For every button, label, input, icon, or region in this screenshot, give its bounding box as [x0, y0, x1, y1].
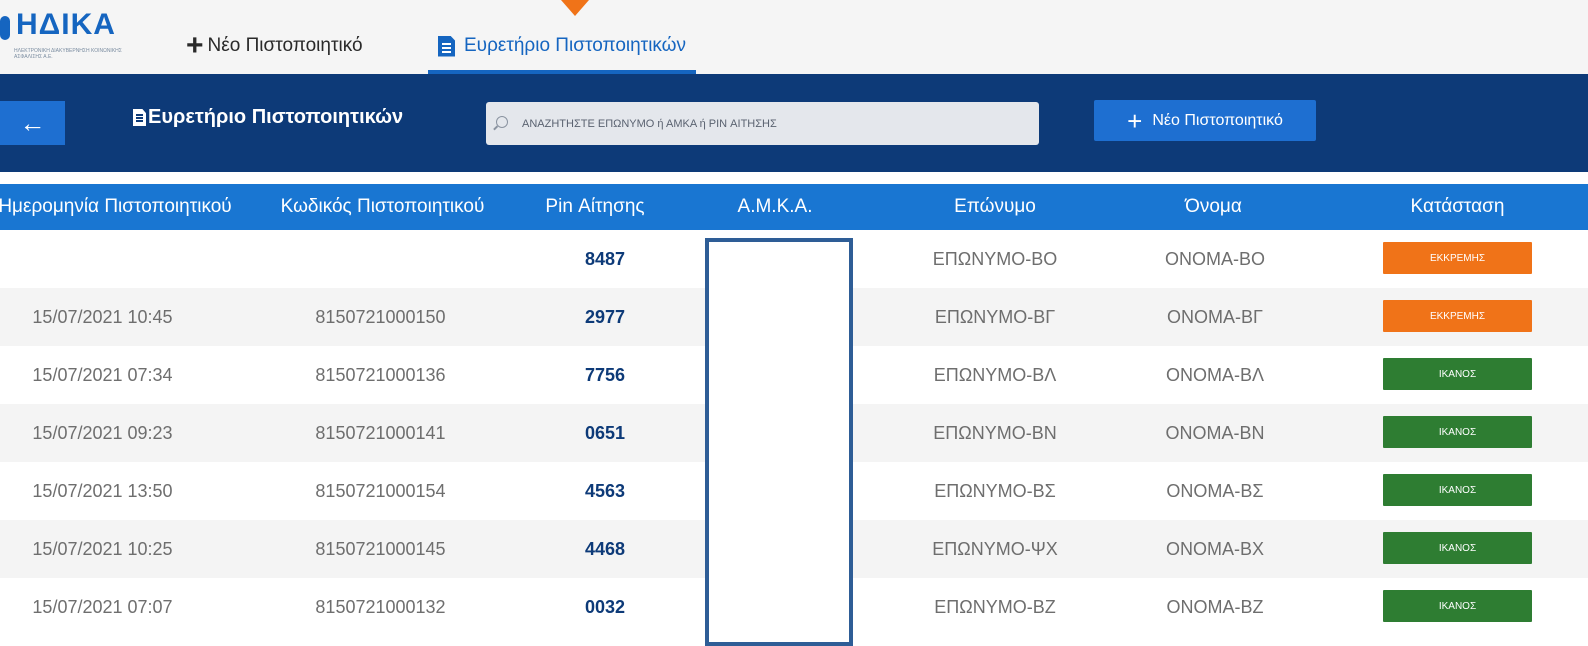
pointer-marker-icon: [561, 0, 589, 16]
cell-surname: ΕΠΩΝΥΜΟ-ΒΟ: [932, 248, 1058, 269]
search-input[interactable]: [522, 102, 1022, 145]
column-header-date[interactable]: Ημερομηνία Πιστοποιητικού: [0, 184, 250, 230]
logo-tagline: ΗΛΕΚΤΡΟΝΙΚΗ ΔΙΑΚΥΒΕΡΝΗΣΗ ΚΟΙΝΩΝΙΚΗΣ ΑΣΦΑ…: [14, 48, 122, 60]
search-box[interactable]: [486, 102, 1039, 145]
status-badge: ΙΚΑΝΟΣ: [1383, 416, 1532, 448]
cell-code: 8150721000154: [315, 480, 446, 501]
new-certificate-button[interactable]: + Νέο Πιστοποιητικό: [1094, 100, 1316, 141]
cell-pin: 2977: [584, 306, 626, 327]
cell-name: ONOMA-ΒΓ: [1167, 306, 1263, 327]
page-title: Ευρετήριο Πιστοποιητικών: [133, 106, 403, 129]
plus-icon: +: [186, 29, 204, 62]
index-toolbar: ← Ευρετήριο Πιστοποιητικών + Νέο Πιστοπο…: [0, 74, 1588, 172]
column-header-name[interactable]: Όνομα: [1126, 184, 1301, 230]
cell-surname: ΕΠΩΝΥΜΟ-ΒΓ: [934, 306, 1056, 327]
cell-pin: 0651: [584, 422, 626, 443]
cell-pin: 0032: [584, 596, 626, 617]
cell-name: ONOMA-BX: [1165, 538, 1264, 559]
cell-date: 15/07/2021 10:45: [32, 306, 173, 327]
status-badge: ΙΚΑΝΟΣ: [1383, 590, 1532, 622]
cell-code: 8150721000145: [315, 538, 446, 559]
cell-code: 8150721000132: [315, 596, 446, 617]
cell-code: [283, 230, 478, 288]
column-header-code[interactable]: Κωδικός Πιστοποιητικού: [265, 184, 500, 230]
cell-date: 15/07/2021 07:07: [32, 596, 173, 617]
tab-new-certificate-label: Νέο Πιστοποιητικό: [207, 35, 363, 56]
cell-name: ONOMA-BN: [1165, 422, 1265, 443]
cell-pin: 4563: [584, 480, 626, 501]
cell-code: 8150721000150: [315, 306, 446, 327]
cell-date: [0, 230, 205, 288]
logo-text: ΗΔΙΚΑ: [16, 8, 116, 41]
cell-name: ONOMA-ΒΛ: [1165, 364, 1265, 385]
status-badge: ΙΚΑΝΟΣ: [1383, 532, 1532, 564]
column-header-amka[interactable]: Α.Μ.Κ.Α.: [695, 184, 855, 230]
logo-mark-icon: [0, 16, 10, 40]
column-header-surname[interactable]: Επώνυμο: [895, 184, 1095, 230]
plus-icon: +: [1127, 105, 1143, 136]
document-icon: [133, 109, 146, 126]
cell-date: 15/07/2021 13:50: [32, 480, 173, 501]
cell-name: ONOMA-ΒΣ: [1166, 480, 1264, 501]
cell-surname: ΕΠΩΝΥΜΟ-ΨΧ: [932, 538, 1058, 559]
cell-name: ONOMA-BZ: [1166, 596, 1264, 617]
tab-certificate-index[interactable]: Ευρετήριο Πιστοποιητικών: [428, 18, 697, 74]
top-navigation-bar: ΗΔΙΚΑ ΗΛΕΚΤΡΟΝΙΚΗ ΔΙΑΚΥΒΕΡΝΗΣΗ ΚΟΙΝΩΝΙΚΗ…: [0, 0, 1588, 74]
cell-code: 8150721000136: [315, 364, 446, 385]
cell-date: 15/07/2021 07:34: [32, 364, 173, 385]
cell-pin: 7756: [584, 364, 626, 385]
cell-pin: 4468: [584, 538, 626, 559]
search-icon: [496, 116, 508, 128]
cell-surname: ΕΠΩΝΥΜΟ-ΒΝ: [933, 422, 1057, 443]
cell-surname: ΕΠΩΝΥΜΟ-ΒΛ: [933, 364, 1057, 385]
back-button[interactable]: ←: [0, 101, 65, 145]
tab-certificate-index-label: Ευρετήριο Πιστοποιητικών: [464, 35, 687, 56]
table-header: Ημερομηνία Πιστοποιητικού Κωδικός Πιστοπ…: [0, 184, 1588, 230]
cell-name: ONOMA-BO: [1164, 248, 1265, 269]
cell-surname: ΕΠΩΝΥΜΟ-ΒΣ: [934, 480, 1056, 501]
tab-new-certificate[interactable]: + Νέο Πιστοποιητικό: [186, 18, 363, 74]
new-certificate-button-label: Νέο Πιστοποιητικό: [1152, 111, 1283, 129]
cell-pin: 8487: [584, 248, 626, 269]
status-badge: ΕΚΚΡΕΜΗΣ: [1383, 242, 1532, 274]
page-title-text: Ευρετήριο Πιστοποιητικών: [148, 106, 404, 128]
status-badge: ΕΚΚΡΕΜΗΣ: [1383, 300, 1532, 332]
idika-logo: ΗΔΙΚΑ ΗΛΕΚΤΡΟΝΙΚΗ ΔΙΑΚΥΒΕΡΝΗΣΗ ΚΟΙΝΩΝΙΚΗ…: [0, 8, 130, 64]
cell-code: 8150721000141: [315, 422, 446, 443]
cell-surname: ΕΠΩΝΥΜΟ-ΒΖ: [934, 596, 1056, 617]
amka-redaction-box: [705, 238, 853, 646]
status-badge: ΙΚΑΝΟΣ: [1383, 358, 1532, 390]
document-icon: [438, 35, 455, 57]
cell-date: 15/07/2021 10:25: [32, 538, 173, 559]
cell-date: 15/07/2021 09:23: [32, 422, 173, 443]
back-arrow-icon: ←: [19, 107, 46, 138]
status-badge: ΙΚΑΝΟΣ: [1383, 474, 1532, 506]
column-header-pin[interactable]: Pin Αίτησης: [520, 184, 670, 230]
column-header-status[interactable]: Κατάσταση: [1370, 184, 1545, 230]
